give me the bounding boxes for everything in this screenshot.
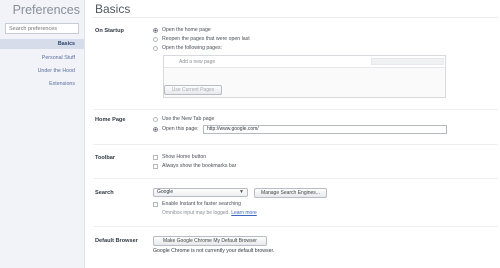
sidebar: Preferences Basics Personal Stuff Under … bbox=[0, 0, 85, 268]
startup-option-home-label: Open the home page bbox=[162, 27, 211, 33]
sidebar-title: Preferences bbox=[12, 3, 80, 17]
page-title: Basics bbox=[95, 2, 131, 16]
search-option-instant[interactable]: Enable Instant for faster searching bbox=[153, 201, 241, 207]
toolbar-option-home-label: Show Home button bbox=[162, 154, 207, 160]
radio-new-tab[interactable] bbox=[153, 116, 158, 122]
search-preferences-input[interactable] bbox=[5, 23, 79, 34]
default-browser-label: Default Browser bbox=[95, 238, 138, 244]
checkbox-bookmarks-bar[interactable] bbox=[153, 163, 158, 169]
title-divider bbox=[93, 17, 498, 18]
homepage-option-open[interactable]: Open this page: bbox=[153, 126, 199, 132]
startup-option-pages-label: Open the following pages: bbox=[162, 45, 222, 51]
add-page-row[interactable]: Add a new page bbox=[164, 56, 445, 68]
search-instant-label: Enable Instant for faster searching bbox=[162, 201, 242, 207]
add-page-input[interactable] bbox=[371, 58, 444, 65]
startup-option-reopen[interactable]: Reopen the pages that were open last bbox=[153, 36, 250, 42]
radio-home-page[interactable] bbox=[153, 27, 158, 33]
main-content: Basics On Startup Open the home page Reo… bbox=[85, 0, 500, 268]
toolbar-label: Toolbar bbox=[95, 155, 116, 161]
use-current-pages-button[interactable]: Use Current Pages bbox=[164, 85, 222, 95]
section-divider bbox=[93, 226, 498, 227]
add-page-label: Add a new page bbox=[179, 59, 216, 65]
omnibox-note-text: Omnibox input may be logged bbox=[162, 210, 229, 216]
dropdown-arrow-icon: ▼ bbox=[239, 189, 244, 195]
radio-following-pages[interactable] bbox=[153, 45, 158, 51]
startup-option-reopen-label: Reopen the pages that were open last bbox=[162, 36, 250, 42]
toolbar-option-home-button[interactable]: Show Home button bbox=[153, 154, 206, 160]
homepage-label: Home Page bbox=[95, 117, 126, 123]
toolbar-option-bookmarks[interactable]: Always show the bookmarks bar bbox=[153, 163, 236, 169]
search-engine-select[interactable]: Google ▼ bbox=[153, 188, 248, 197]
search-label: Search bbox=[95, 190, 114, 196]
omnibox-note: Omnibox input may be logged. Learn more bbox=[162, 210, 257, 216]
toolbar-option-bookmarks-label: Always show the bookmarks bar bbox=[162, 163, 237, 169]
default-browser-status: Google Chrome is not currently your defa… bbox=[153, 248, 275, 254]
radio-open-this-page[interactable] bbox=[153, 126, 158, 132]
homepage-url-field[interactable]: http://www.google.com/ bbox=[203, 125, 447, 134]
section-divider bbox=[93, 178, 498, 179]
section-divider bbox=[93, 144, 498, 145]
manage-search-engines-button[interactable]: Manage Search Engines... bbox=[254, 188, 327, 198]
sidebar-item-basics[interactable]: Basics bbox=[0, 39, 84, 49]
startup-option-pages[interactable]: Open the following pages: bbox=[153, 45, 222, 51]
search-engine-value: Google bbox=[157, 189, 174, 195]
sidebar-item-extensions[interactable]: Extensions bbox=[49, 81, 75, 87]
homepage-option-open-label: Open this page: bbox=[162, 126, 199, 132]
learn-more-link[interactable]: Learn more bbox=[231, 210, 257, 216]
sidebar-item-under-the-hood[interactable]: Under the Hood bbox=[38, 68, 75, 74]
checkbox-show-home[interactable] bbox=[153, 154, 158, 160]
section-divider bbox=[93, 109, 498, 110]
checkbox-instant[interactable] bbox=[153, 201, 158, 207]
make-default-browser-button[interactable]: Make Google Chrome My Default Browser bbox=[153, 236, 267, 246]
homepage-option-newtab-label: Use the New Tab page bbox=[162, 116, 215, 122]
homepage-option-newtab[interactable]: Use the New Tab page bbox=[153, 116, 214, 122]
radio-reopen-pages[interactable] bbox=[153, 36, 158, 42]
sidebar-item-personal-stuff[interactable]: Personal Stuff bbox=[42, 55, 75, 61]
startup-label: On Startup bbox=[95, 28, 124, 34]
startup-option-home[interactable]: Open the home page bbox=[153, 27, 211, 33]
